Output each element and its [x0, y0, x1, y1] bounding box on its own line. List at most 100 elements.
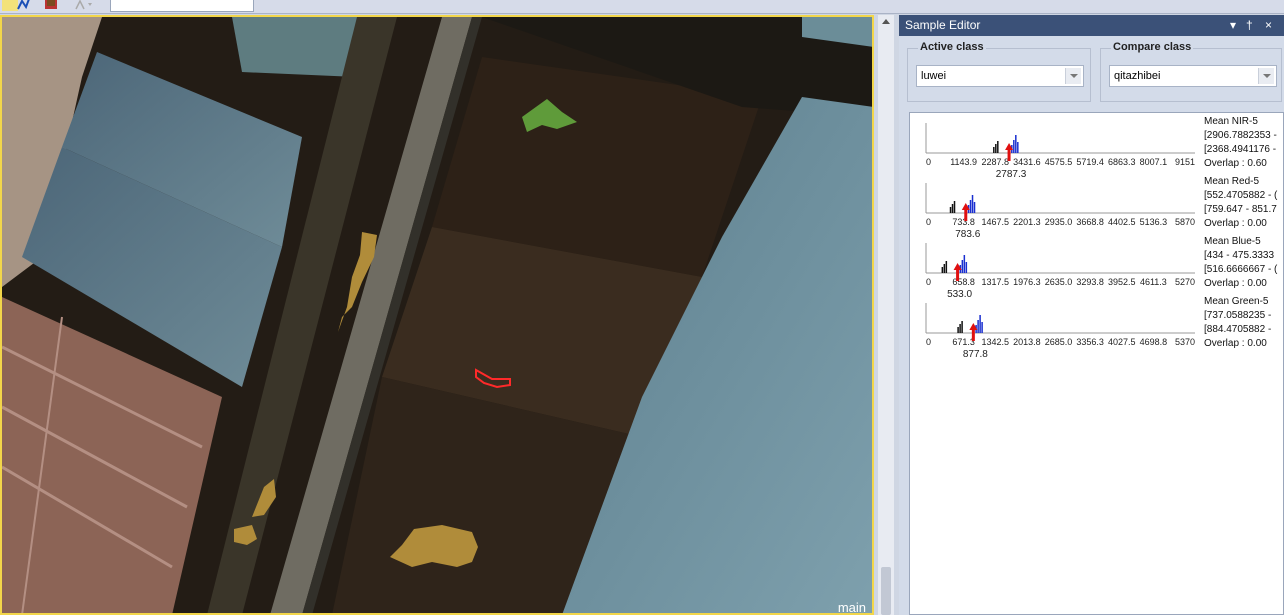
- image-tool-icon[interactable]: [44, 0, 60, 11]
- compare-class-bar: [1015, 135, 1017, 153]
- panel-menu-icon[interactable]: ▾: [1230, 15, 1236, 36]
- hist-tick-label: 4611.3: [1140, 277, 1167, 287]
- compare-class-select[interactable]: qitazhibei: [1109, 65, 1277, 87]
- panel-title: Sample Editor: [905, 18, 981, 32]
- hist-tick-label: 1467.5: [981, 217, 1009, 227]
- hist-tick-label: 0: [926, 157, 931, 167]
- stat-range-active: [552.4705882 - (: [1204, 190, 1278, 201]
- close-icon[interactable]: ×: [1265, 15, 1272, 36]
- compare-class-bar: [961, 260, 964, 273]
- compare-class-label: Compare class: [1111, 41, 1194, 53]
- histogram-area: 0 1143.9 2287.8 3431.6 4575.5 5719.4 6863.3 800…: [909, 112, 1284, 615]
- hist-tick-label: 4575.5: [1045, 157, 1073, 167]
- watermark: CSDN @小天学代码: [1098, 590, 1260, 610]
- histogram-stats: Mean NIR-5 [2906.7882353 - [2368.4941176 -…: [1204, 115, 1277, 171]
- hist-tick-label: 3293.8: [1076, 277, 1104, 287]
- hist-tick-label: 2201.3: [1013, 217, 1041, 227]
- compare-class-bar: [1013, 140, 1015, 153]
- hist-tick-label: 0: [926, 217, 931, 227]
- active-class-bar: [961, 321, 963, 333]
- compare-class-value: qitazhibei: [1114, 70, 1161, 82]
- hist-tick-label: 6863.3: [1108, 157, 1136, 167]
- compare-class-bar: [971, 195, 974, 213]
- layer-dropdown[interactable]: [110, 0, 254, 12]
- compare-class-bar: [963, 255, 966, 273]
- hist-tick-label: 3356.3: [1076, 337, 1104, 347]
- hist-tick-label: 0: [926, 337, 931, 347]
- hist-tick-label: 658.8: [952, 277, 975, 287]
- hist-tick-label: 3431.6: [1013, 157, 1041, 167]
- histogram-stats: Mean Green-5 [737.0588235 - [884.4705882 -…: [1204, 295, 1271, 351]
- map-label: main: [837, 600, 866, 615]
- stat-range-active: [737.0588235 -: [1204, 310, 1272, 321]
- hist-tick-label: 3952.5: [1108, 277, 1136, 287]
- stat-name: Mean NIR-5: [1204, 116, 1258, 127]
- sample-editor-panel: Sample Editor ▾ † × Active class luwei C…: [899, 15, 1284, 615]
- hist-tick-label: 1342.5: [981, 337, 1009, 347]
- hist-tick-label: 733.8: [952, 217, 975, 227]
- stat-range-compare: [884.4705882 -: [1204, 324, 1272, 335]
- chart-tool-icon[interactable]: [16, 0, 32, 11]
- marker-value-label: 2787.3: [996, 169, 1027, 180]
- scroll-thumb[interactable]: [881, 567, 891, 615]
- marker-value-label: 533.0: [947, 289, 972, 300]
- hist-tick-label: 5870: [1175, 217, 1195, 227]
- hist-tick-label: 2635.0: [1045, 277, 1073, 287]
- active-class-bar: [943, 264, 946, 273]
- histogram-stats: Mean Blue-5 [434 - 475.3333 [516.6666667 -…: [1204, 235, 1277, 291]
- disabled-tool-icon: [74, 0, 92, 11]
- stat-range-compare: [2368.4941176 -: [1204, 144, 1277, 155]
- active-class-bar: [993, 147, 995, 153]
- active-class-value: luwei: [921, 70, 947, 82]
- compare-class-bar: [969, 200, 972, 213]
- hist-tick-label: 5270: [1175, 277, 1195, 287]
- hist-tick-label: 2685.0: [1045, 337, 1073, 347]
- hist-tick-label: 4698.8: [1140, 337, 1168, 347]
- hist-tick-label: 9151: [1175, 157, 1195, 167]
- hist-tick-label: 671.3: [952, 337, 975, 347]
- pin-icon[interactable]: †: [1246, 15, 1253, 36]
- active-class-bar: [997, 141, 999, 153]
- active-class-bar: [945, 261, 948, 273]
- hist-tick-label: 1976.3: [1013, 277, 1041, 287]
- active-class-label: Active class: [918, 41, 986, 53]
- compare-class-bar: [965, 262, 968, 273]
- stat-range-compare: [759.647 - 851.7: [1204, 204, 1277, 215]
- hist-tick-label: 2287.8: [981, 157, 1009, 167]
- map-vertical-scrollbar[interactable]: [878, 15, 894, 615]
- satellite-image: [2, 17, 872, 613]
- marker-value-label: 877.8: [963, 349, 988, 360]
- chevron-down-icon[interactable]: [1065, 68, 1081, 84]
- stat-name: Mean Blue-5: [1204, 236, 1261, 247]
- stat-range-active: [434 - 475.3333: [1204, 250, 1275, 261]
- hist-tick-label: 1143.9: [950, 157, 977, 167]
- compare-class-bar: [1017, 142, 1019, 153]
- hist-tick-label: 5719.4: [1076, 157, 1104, 167]
- hist-tick-label: 5370: [1175, 337, 1195, 347]
- active-class-bar: [957, 327, 959, 333]
- active-class-bar: [949, 207, 952, 213]
- hist-tick-label: 2013.8: [1013, 337, 1041, 347]
- stat-range-compare: [516.6666667 - (: [1204, 264, 1278, 275]
- stat-name: Mean Red-5: [1204, 176, 1260, 187]
- active-class-select[interactable]: luwei: [916, 65, 1084, 87]
- compare-class-bar: [981, 322, 983, 333]
- active-class-bar: [953, 201, 956, 213]
- chevron-down-icon[interactable]: [1258, 68, 1274, 84]
- hist-tick-label: 2935.0: [1045, 217, 1073, 227]
- marker-value-label: 783.6: [955, 229, 980, 240]
- hist-tick-label: 1317.5: [981, 277, 1009, 287]
- stat-overlap: Overlap : 0.00: [1204, 338, 1267, 349]
- hist-tick-label: 8007.1: [1140, 157, 1168, 167]
- active-class-group: Active class luwei: [907, 41, 1091, 102]
- panel-title-bar: Sample Editor ▾ † ×: [899, 15, 1284, 36]
- stat-overlap: Overlap : 0.00: [1204, 218, 1267, 229]
- active-class-bar: [959, 324, 961, 333]
- hist-tick-label: 4027.5: [1108, 337, 1136, 347]
- stat-range-active: [2906.7882353 -: [1204, 130, 1277, 141]
- compare-class-bar: [979, 315, 981, 333]
- compare-class-bar: [973, 202, 976, 213]
- scroll-up-icon[interactable]: [882, 19, 890, 24]
- toolbar: [0, 0, 1284, 14]
- map-view[interactable]: main: [0, 15, 874, 615]
